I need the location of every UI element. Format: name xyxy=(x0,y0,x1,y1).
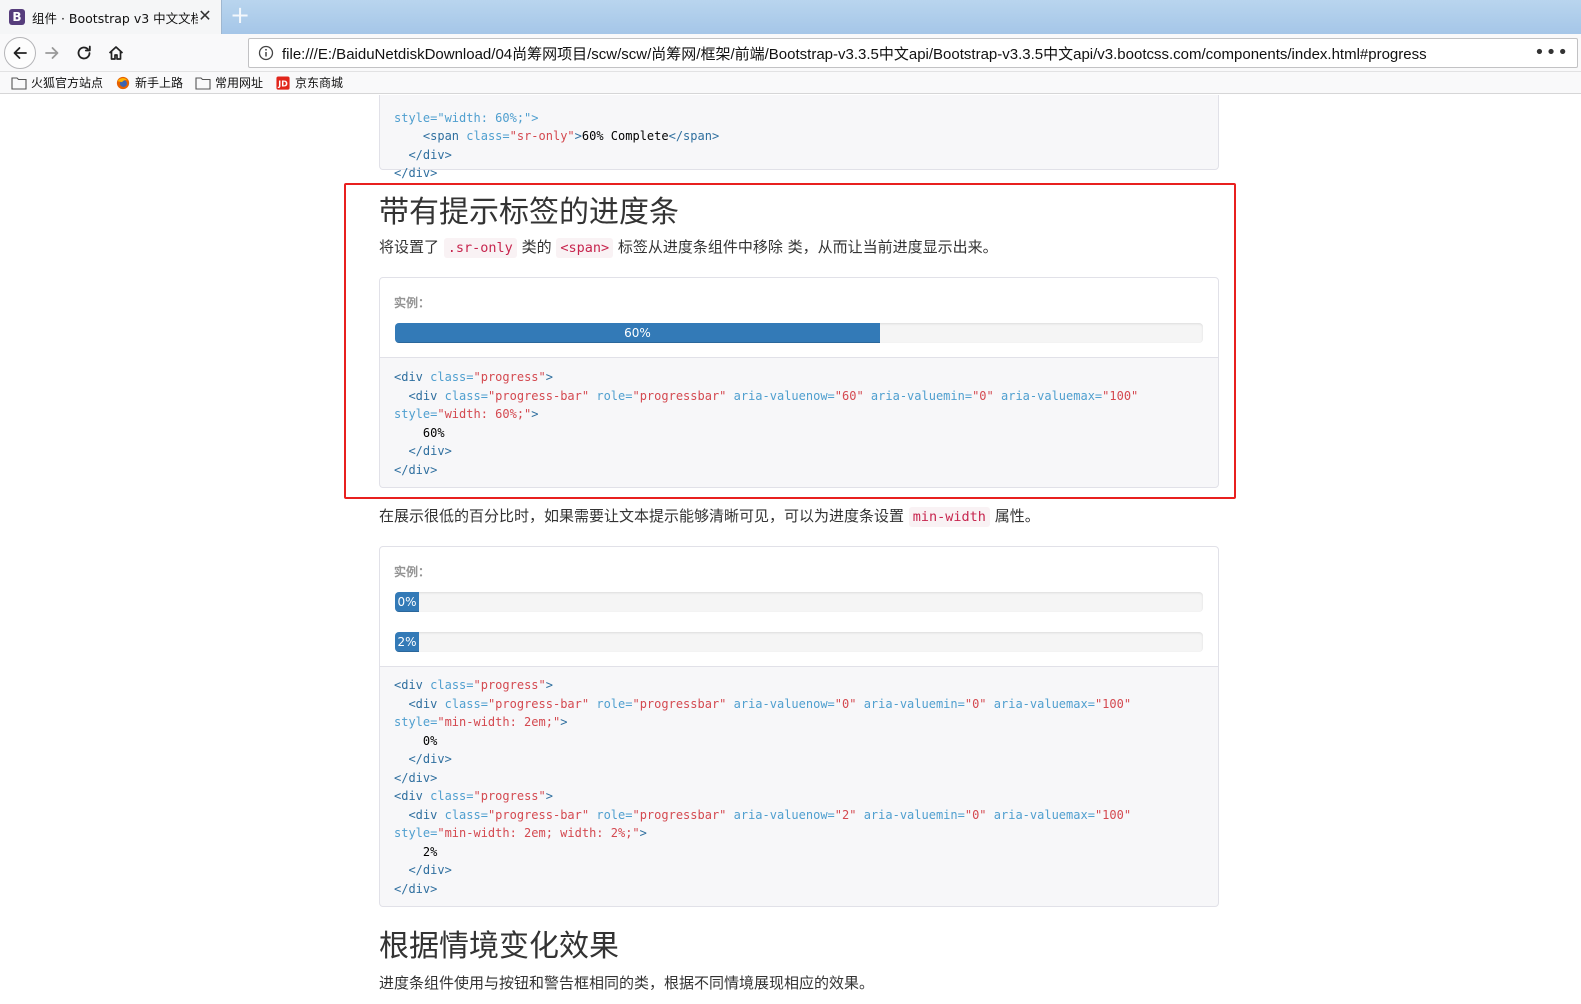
bookmark-item[interactable]: 新手上路 xyxy=(115,74,183,91)
tab-strip: B 组件 · Bootstrap v3 中文文档 ✕ + xyxy=(0,0,1581,34)
page-actions-icon[interactable]: ••• xyxy=(1534,42,1569,63)
progress-bar: 2% xyxy=(395,632,419,652)
progress: 2% xyxy=(395,632,1203,652)
section-heading-contextual: 根据情境变化效果 xyxy=(379,929,619,964)
close-tab-icon[interactable]: ✕ xyxy=(197,8,213,24)
code-line: style="min-width: 2em; width: 2%;"> xyxy=(394,826,647,840)
arrow-left-icon xyxy=(13,47,27,59)
contextual-description: 进度条组件使用与按钮和警告框相同的类，根据不同情境展现相应的效果。 xyxy=(379,974,875,992)
desc-text: 属性。 xyxy=(989,507,1040,525)
folder-icon xyxy=(11,76,27,90)
arrow-right-icon xyxy=(45,47,59,59)
bookmark-item[interactable]: 火狐官方站点 xyxy=(11,74,103,91)
red-highlight-annotation xyxy=(344,183,1236,499)
inline-code: min-width xyxy=(908,507,990,527)
bookmark-item[interactable]: JD 京东商城 xyxy=(275,74,343,91)
code-line: <div class="progress-bar" role="progress… xyxy=(408,696,1132,711)
code-line: <div class="progress"> xyxy=(394,789,553,803)
url-text[interactable]: file:///E:/BaiduNetdiskDownload/04尚筹网项目/… xyxy=(282,43,1427,64)
code-line: 2% xyxy=(394,844,438,859)
page-viewport: style="width: 60%;"> <span class="sr-onl… xyxy=(0,95,1581,1004)
new-tab-button[interactable]: + xyxy=(228,3,252,28)
example-box: 实例： 0% 2% xyxy=(379,546,1219,667)
bookmark-label: 京东商城 xyxy=(295,76,344,90)
svg-text:JD: JD xyxy=(277,79,288,88)
info-icon[interactable] xyxy=(258,45,274,61)
code-text: 60% Complete xyxy=(581,129,669,143)
desc-text: 在展示很低的百分比时，如果需要让文本提示能够清晰可见，可以为进度条设置 xyxy=(379,507,909,525)
bootstrap-favicon-icon: B xyxy=(9,9,25,25)
code-line: style="width: 60%;"> xyxy=(394,110,539,125)
back-button[interactable] xyxy=(4,37,36,69)
code-line: </div> xyxy=(408,752,452,766)
code-block-min-width: <div class="progress"> <div class="progr… xyxy=(379,666,1219,907)
bookmark-label: 新手上路 xyxy=(135,76,184,90)
code-line: <div class="progress"> xyxy=(394,678,553,692)
progress: 0% xyxy=(395,592,1203,612)
code-block-sr-only: style="width: 60%;"> <span class="sr-onl… xyxy=(379,95,1219,180)
browser-tab[interactable]: B 组件 · Bootstrap v3 中文文档 ✕ xyxy=(0,0,222,34)
firefox-icon xyxy=(116,76,130,89)
bookmark-label: 火狐官方站点 xyxy=(31,76,104,90)
code-string: "sr-only" xyxy=(509,129,575,143)
code-line: </div> xyxy=(408,863,452,877)
forward-button[interactable] xyxy=(40,41,64,65)
code-line: </div> xyxy=(394,166,438,180)
bookmarks-toolbar: 火狐官方站点 新手上路 常用网址 JD 京东商城 xyxy=(0,72,1581,94)
code-line: 0% xyxy=(394,733,438,748)
code-attr: class= xyxy=(466,129,510,143)
code-line: <div class="progress-bar" role="progress… xyxy=(408,807,1132,822)
navigation-toolbar: file:///E:/BaiduNetdiskDownload/04尚筹网项目/… xyxy=(0,34,1581,72)
bookmark-label: 常用网址 xyxy=(215,76,264,90)
code-tag: </span> xyxy=(668,129,720,143)
home-icon xyxy=(108,46,124,60)
code-line: </div> xyxy=(394,770,438,785)
code-tag: <span xyxy=(422,129,467,143)
min-width-description: 在展示很低的百分比时，如果需要让文本提示能够清晰可见，可以为进度条设置 min-… xyxy=(379,505,1040,528)
tab-title: 组件 · Bootstrap v3 中文文档 xyxy=(32,10,198,26)
jd-icon: JD xyxy=(276,75,290,90)
progress-bar: 0% xyxy=(395,592,419,612)
bookmark-item[interactable]: 常用网址 xyxy=(195,74,263,91)
reload-icon xyxy=(77,45,91,60)
code-line: </div> xyxy=(408,147,452,162)
code-line: </div> xyxy=(394,881,438,896)
address-bar[interactable]: file:///E:/BaiduNetdiskDownload/04尚筹网项目/… xyxy=(248,38,1578,68)
folder-icon xyxy=(195,76,211,90)
code-line: style="min-width: 2em;"> xyxy=(394,715,568,729)
example-label: 实例： xyxy=(394,565,431,579)
reload-button[interactable] xyxy=(72,41,96,65)
home-button[interactable] xyxy=(104,41,128,65)
